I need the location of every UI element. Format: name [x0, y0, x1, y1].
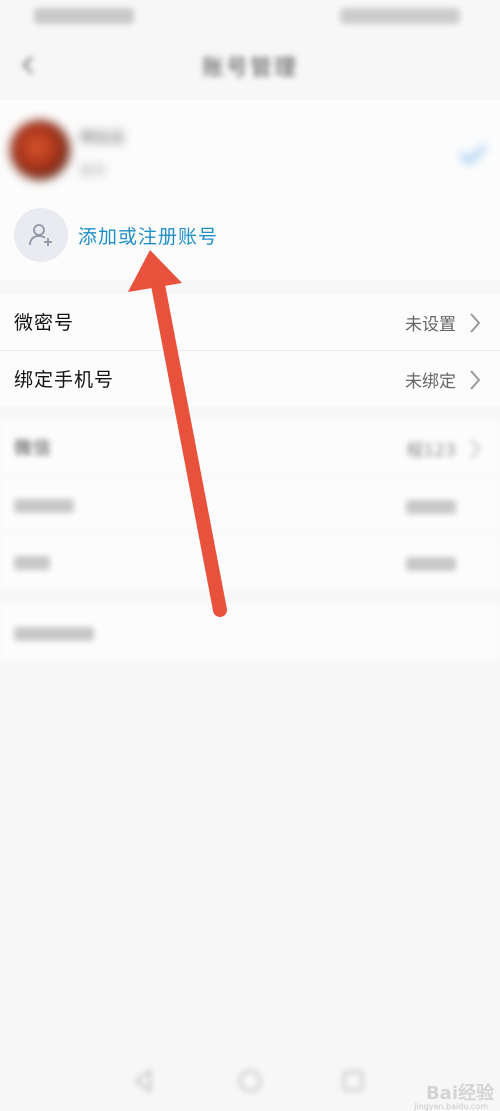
logout-label — [14, 624, 94, 646]
row-wei-mi-hao[interactable]: 微密号 未设置 — [0, 294, 500, 351]
row-value: 程123 — [406, 441, 456, 461]
row-value-placeholder — [406, 556, 456, 576]
back-arrow-icon[interactable] — [18, 54, 40, 76]
row-value: 未设置 — [405, 315, 456, 335]
row-label: 绑定手机号 — [14, 369, 115, 391]
row-label-placeholder — [14, 554, 50, 575]
watermark-url: jingyan.baidu.com — [414, 1102, 488, 1111]
row-value-placeholder — [406, 499, 456, 519]
nav-recents-icon[interactable] — [340, 1068, 366, 1094]
add-account-button[interactable]: 添加或注册账号 — [0, 208, 500, 268]
row-value: 未绑定 — [405, 372, 456, 392]
row-label: 微密号 — [14, 312, 75, 334]
nav-back-icon[interactable] — [130, 1068, 156, 1094]
row-logout[interactable] — [0, 604, 500, 660]
row-linked-2[interactable] — [0, 477, 500, 534]
add-account-label: 添加或注册账号 — [78, 226, 219, 248]
status-time — [34, 8, 134, 24]
row-wechat[interactable]: 微信 程123 — [0, 420, 500, 477]
avatar — [10, 120, 70, 180]
status-indicators — [340, 8, 460, 24]
chevron-right-icon — [470, 439, 481, 459]
page-title: 账号管理 — [201, 56, 298, 81]
row-bind-phone[interactable]: 绑定手机号 未绑定 — [0, 351, 500, 407]
status-bar — [0, 0, 500, 36]
row-linked-3[interactable] — [0, 534, 500, 590]
top-navbar: 账号管理 — [0, 36, 500, 96]
chevron-right-icon — [470, 370, 481, 390]
add-user-icon — [14, 208, 68, 262]
checkmark-icon — [459, 144, 487, 165]
account-card: 林云云 账号 添加或注册账号 — [0, 100, 500, 280]
settings-group-logout — [0, 604, 500, 660]
chevron-right-icon — [470, 313, 481, 333]
account-name: 林云云 — [80, 128, 126, 146]
settings-group-linked: 微信 程123 — [0, 420, 500, 590]
settings-group-security: 微密号 未设置 绑定手机号 未绑定 — [0, 294, 500, 407]
account-sub: 账号 — [80, 164, 107, 179]
nav-home-icon[interactable] — [237, 1068, 263, 1094]
row-label: 微信 — [14, 438, 52, 459]
row-label-placeholder — [14, 497, 74, 518]
